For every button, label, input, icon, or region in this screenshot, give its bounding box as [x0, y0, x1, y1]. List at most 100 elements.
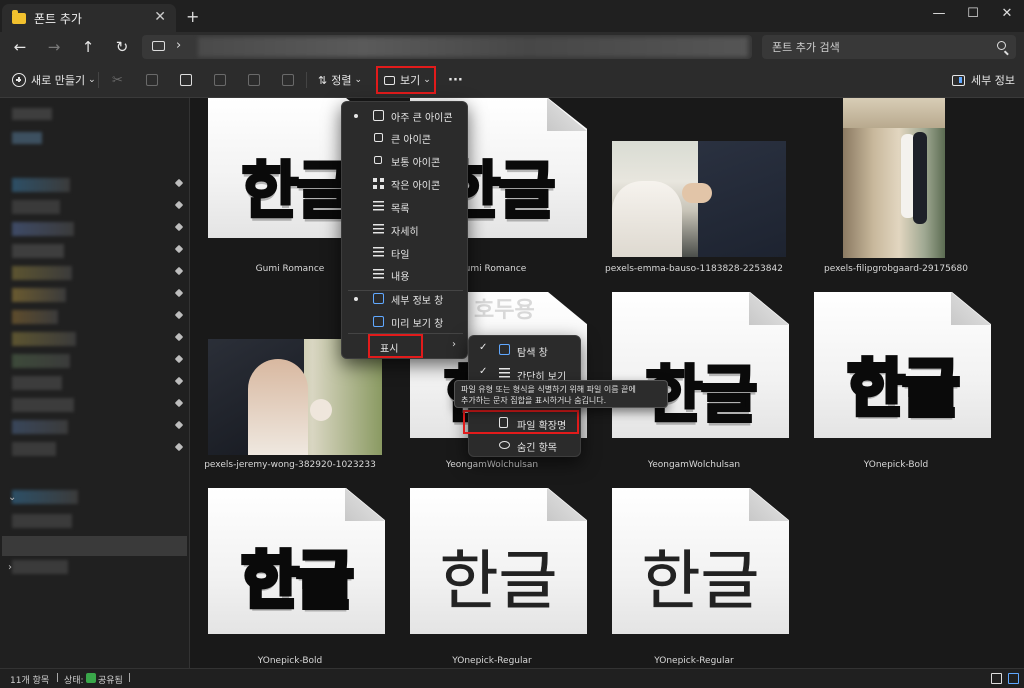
content-icon: [373, 269, 384, 280]
file-extensions-highlight[interactable]: [463, 410, 579, 434]
pin-icon: [174, 332, 184, 342]
monitor-icon: [373, 110, 384, 121]
file-item[interactable]: 한글 YOnepick-Bold: [190, 488, 390, 668]
maximize-button[interactable]: ☐: [958, 3, 988, 25]
command-bar: 새로 만들기 ⌄ ✂ ⇅ 정렬 ⌄ 보기 ⌄ ··· 세부 정보: [0, 62, 1024, 98]
tab-font-add[interactable]: 폰트 추가 ✕: [2, 4, 176, 32]
details-pane-button[interactable]: 세부 정보: [952, 70, 1015, 90]
status-bar: 11개 항목 | 상태: 공유됨 |: [0, 668, 1024, 688]
chevron-down-icon: ⌄: [423, 75, 431, 85]
menu-item-content[interactable]: 내용: [346, 264, 465, 286]
selected-dot-icon: [354, 297, 358, 301]
check-icon: ✓: [479, 366, 488, 377]
navigation-pane[interactable]: ⌄ ›: [0, 98, 190, 668]
font-preview: 한글: [239, 542, 356, 620]
pin-icon: [174, 420, 184, 430]
shared-status: 공유됨: [98, 676, 123, 686]
selected-sidebar-item[interactable]: [2, 536, 187, 556]
paste-icon[interactable]: [180, 70, 192, 90]
file-name: YOnepick-Bold: [257, 656, 323, 666]
file-item[interactable]: 한글 YOnepick-Regular: [392, 488, 592, 668]
sort-button[interactable]: ⇅ 정렬 ⌄: [318, 70, 362, 90]
search-input[interactable]: [772, 38, 982, 56]
up-button[interactable]: ↑: [76, 36, 100, 58]
pin-icon: [174, 244, 184, 254]
status-separator: |: [56, 673, 60, 683]
menu-item-small-icons[interactable]: 작은 아이콘: [346, 173, 465, 195]
menu-item-extra-large-icons[interactable]: 아주 큰 아이콘: [346, 105, 465, 127]
breadcrumb-separator: ›: [176, 38, 182, 53]
eye-icon: [499, 441, 510, 449]
title-bar: 폰트 추가 ✕ + — ☐ ✕: [0, 0, 1024, 32]
menu-item-details[interactable]: 자세히: [346, 219, 465, 241]
close-window-button[interactable]: ✕: [992, 3, 1022, 25]
submenu-item-navigation-pane[interactable]: ✓ 탐색 창: [473, 339, 578, 361]
large-icons-view-icon[interactable]: [1008, 673, 1019, 684]
grid-icon: [373, 178, 384, 189]
more-options-icon[interactable]: ···: [448, 70, 463, 90]
monitor-icon: [374, 156, 382, 164]
details-view-icon[interactable]: [991, 673, 1002, 684]
pin-icon: [174, 178, 184, 188]
address-bar[interactable]: ›: [142, 35, 752, 59]
chevron-right-icon: ›: [452, 339, 456, 350]
back-button[interactable]: ←: [8, 36, 32, 58]
tooltip-line-2: 추가하는 문자 집합을 표시하거나 숨깁니다.: [461, 396, 607, 405]
share-icon[interactable]: [248, 70, 260, 90]
status-label: 상태:: [64, 676, 84, 686]
menu-item-medium-icons[interactable]: 보통 아이콘: [346, 150, 465, 172]
monitor-icon: [374, 133, 383, 142]
breadcrumb[interactable]: [198, 37, 748, 57]
new-button[interactable]: 새로 만들기 ⌄: [12, 70, 96, 90]
pin-icon: [174, 288, 184, 298]
file-name: YeongamWolchulsan: [445, 460, 539, 470]
view-button[interactable]: 보기 ⌄: [376, 66, 436, 94]
tab-close-button[interactable]: ✕: [154, 9, 166, 25]
view-icon: [384, 75, 395, 85]
pin-icon: [174, 222, 184, 232]
submenu-item-hidden-items[interactable]: 숨긴 항목: [473, 434, 578, 456]
search-icon[interactable]: [997, 41, 1006, 50]
sort-icon: ⇅: [318, 73, 328, 87]
view-button-label: 보기: [400, 74, 421, 87]
rename-icon[interactable]: [214, 70, 226, 90]
sort-button-label: 정렬: [331, 74, 352, 87]
forward-button[interactable]: →: [42, 36, 66, 58]
details-pane-icon: [373, 293, 384, 304]
menu-item-tiles[interactable]: 타일: [346, 242, 465, 264]
menu-item-show[interactable]: 표시: [368, 334, 423, 358]
plus-circle-icon: [12, 73, 26, 87]
pin-icon: [174, 310, 184, 320]
chevron-down-icon: ⌄: [354, 75, 363, 85]
menu-item-large-icons[interactable]: 큰 아이콘: [346, 127, 465, 149]
check-icon: ✓: [479, 342, 488, 353]
shared-icon: [86, 673, 96, 683]
copy-icon[interactable]: [146, 70, 158, 90]
file-item[interactable]: pexels-filipgrobgaard-29175680: [796, 98, 996, 288]
file-name: pexels-filipgrobgaard-29175680: [824, 264, 968, 274]
refresh-button[interactable]: ↻: [110, 36, 134, 58]
menu-item-details-pane[interactable]: 세부 정보 창: [346, 288, 465, 310]
file-name: pexels-jeremy-wong-382920-1023233: [204, 460, 376, 470]
chevron-right-icon[interactable]: ›: [8, 562, 12, 573]
navigation-pane-icon: [499, 344, 510, 355]
folder-icon: [12, 9, 26, 24]
photo-thumbnail: [612, 141, 786, 257]
minimize-button[interactable]: —: [924, 3, 954, 25]
cut-icon[interactable]: ✂: [112, 70, 123, 90]
navigation-bar: ← → ↑ ↻ ›: [0, 32, 1024, 62]
details-pane-icon: [952, 74, 965, 86]
this-pc-icon: [152, 41, 165, 51]
file-name: YOnepick-Regular: [452, 656, 532, 666]
chevron-down-icon[interactable]: ⌄: [8, 492, 16, 503]
status-separator: |: [128, 673, 132, 683]
photo-thumbnail: [843, 98, 945, 258]
file-item[interactable]: 한글 YOnepick-Bold: [796, 292, 996, 482]
menu-item-list[interactable]: 목록: [346, 196, 465, 218]
new-tab-button[interactable]: +: [186, 7, 199, 26]
search-box[interactable]: [762, 35, 1016, 59]
file-item[interactable]: 한글 YOnepick-Regular: [594, 488, 794, 668]
delete-icon[interactable]: [282, 70, 294, 90]
menu-item-preview-pane[interactable]: 미리 보기 창: [346, 311, 465, 333]
file-item[interactable]: pexels-emma-bauso-1183828-2253842: [594, 98, 794, 288]
